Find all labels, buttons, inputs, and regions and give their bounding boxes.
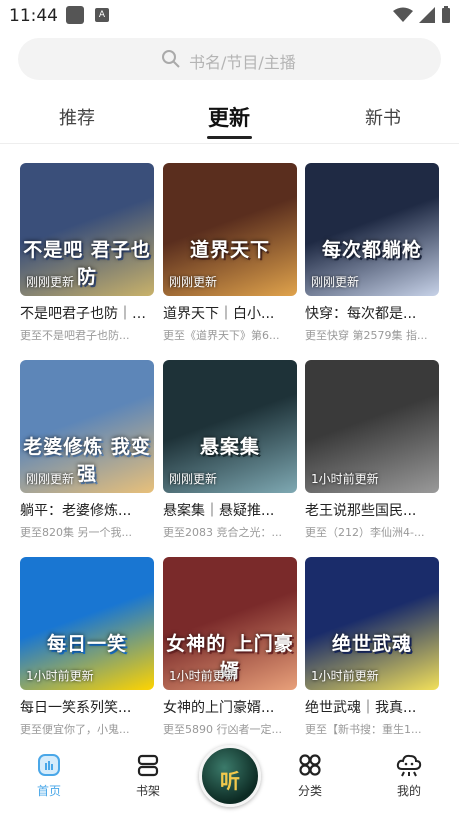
nav-profile[interactable]: 我的 (379, 752, 439, 799)
nav-category[interactable]: 分类 (280, 752, 340, 799)
book-title[interactable]: 快穿：每次都是... (305, 303, 439, 323)
book-cover[interactable]: 每日一笑 1小时前更新 (20, 557, 154, 690)
book-title[interactable]: 躺平：老婆修炼... (20, 500, 154, 520)
book-cover-title: 悬案集 (199, 436, 260, 458)
book-cover-title: 每次都躺枪 (321, 239, 422, 261)
book-cover[interactable]: 绝世武魂 1小时前更新 (305, 557, 439, 690)
update-badge: 1小时前更新 (311, 472, 379, 486)
book-latest-episode: 更至820集 另一个我... (20, 526, 132, 539)
battery-icon (442, 6, 450, 23)
update-badge: 刚刚更新 (26, 275, 75, 289)
book-cover[interactable]: 道界天下刚刚更新 (163, 163, 297, 296)
nav-profile-label: 我的 (396, 784, 421, 798)
book-card[interactable]: 老婆修炼 我变强 刚刚更新躺平：老婆修炼... 更至820集 另一个我... (20, 360, 154, 540)
status-time: 11:44 (9, 6, 58, 26)
profile-cloud-icon (396, 754, 422, 777)
tab-bar: 推荐 更新 新书 (0, 96, 459, 144)
status-bar: 11:44 A (0, 0, 459, 32)
tab-updates[interactable]: 更新 (208, 102, 250, 132)
home-icon (38, 754, 60, 776)
active-tab-indicator (207, 136, 252, 139)
keyboard-a-icon: A (95, 8, 109, 22)
book-latest-episode: 更至《道界天下》第6... (163, 329, 280, 342)
now-playing-label: 听 (220, 769, 240, 793)
book-cover-title: 绝世武魂 (331, 633, 412, 655)
book-cover-title: 道界天下 (189, 239, 270, 261)
book-latest-episode: 更至快穿 第2579集 指... (305, 329, 428, 342)
update-badge: 刚刚更新 (169, 275, 218, 289)
book-cover[interactable]: 悬案集刚刚更新 (163, 360, 297, 493)
update-badge: 刚刚更新 (169, 472, 218, 486)
book-latest-episode: 更至（212）李仙洲4-... (305, 526, 425, 539)
book-latest-episode: 更至不是吧君子也防... (20, 329, 130, 342)
book-cover[interactable]: 1小时前更新 (305, 360, 439, 493)
book-card[interactable]: 绝世武魂 1小时前更新绝世武魂｜我真... 更至【新书搜：重生1... (305, 557, 439, 737)
book-title[interactable]: 绝世武魂｜我真... (305, 697, 439, 717)
nav-bookshelf-label: 书架 (135, 784, 160, 798)
book-card[interactable]: 1小时前更新老王说那些国民... 更至（212）李仙洲4-... (305, 360, 439, 540)
status-icons (393, 6, 451, 24)
book-title[interactable]: 老王说那些国民... (305, 500, 439, 520)
book-title[interactable]: 道界天下｜白小... (163, 303, 297, 323)
book-title[interactable]: 悬案集｜悬疑推... (163, 500, 297, 520)
book-latest-episode: 更至5890 行凶者一定... (163, 723, 282, 736)
tab-new-books[interactable]: 新书 (365, 104, 401, 130)
search-placeholder: 书名/节目/主播 (189, 53, 296, 72)
book-cover[interactable]: 不是吧 君子也防 刚刚更新 (20, 163, 154, 296)
book-latest-episode: 更至【新书搜：重生1... (305, 723, 422, 736)
category-icon (299, 754, 321, 776)
bookshelf-icon (137, 754, 159, 777)
now-playing-disc[interactable]: 听 (199, 745, 261, 807)
nav-category-label: 分类 (297, 784, 322, 798)
book-card[interactable]: 不是吧 君子也防 刚刚更新不是吧君子也防｜古... 更至不是吧君子也防... (20, 163, 154, 343)
update-badge: 1小时前更新 (311, 669, 379, 683)
book-latest-episode: 更至2083 竞合之光：... (163, 526, 282, 539)
book-card[interactable]: 悬案集刚刚更新悬案集｜悬疑推... 更至2083 竞合之光：... (163, 360, 297, 540)
update-badge: 1小时前更新 (169, 669, 237, 683)
book-title[interactable]: 不是吧君子也防｜古... (20, 303, 154, 323)
update-badge: 刚刚更新 (311, 275, 360, 289)
wifi-icon (393, 7, 413, 22)
book-cover[interactable]: 女神的 上门豪婿 1小时前更新 (163, 557, 297, 690)
nav-home[interactable]: 首页 (19, 752, 79, 799)
book-cover[interactable]: 老婆修炼 我变强 刚刚更新 (20, 360, 154, 493)
tab-recommend[interactable]: 推荐 (59, 104, 95, 130)
book-cover-title: 每日一笑 (46, 633, 127, 655)
nav-bookshelf[interactable]: 书架 (118, 752, 178, 799)
book-title[interactable]: 每日一笑系列笑... (20, 697, 154, 717)
update-badge: 刚刚更新 (26, 472, 75, 486)
update-badge: 1小时前更新 (26, 669, 94, 683)
book-latest-episode: 更至便宜你了，小鬼... (20, 723, 130, 736)
book-card[interactable]: 道界天下刚刚更新道界天下｜白小... 更至《道界天下》第6... (163, 163, 297, 343)
book-card[interactable]: 女神的 上门豪婿 1小时前更新女神的上门豪婿... 更至5890 行凶者一定... (163, 557, 297, 737)
book-card[interactable]: 每次都躺枪刚刚更新快穿：每次都是... 更至快穿 第2579集 指... (305, 163, 439, 343)
book-title[interactable]: 女神的上门豪婿... (163, 697, 297, 717)
book-card[interactable]: 每日一笑 1小时前更新每日一笑系列笑... 更至便宜你了，小鬼... (20, 557, 154, 737)
nav-home-label: 首页 (36, 784, 61, 798)
search-bar[interactable]: 书名/节目/主播 (18, 38, 441, 80)
search-icon (162, 50, 180, 68)
signal-icon (419, 7, 435, 23)
book-cover[interactable]: 每次都躺枪刚刚更新 (305, 163, 439, 296)
notification-icon (66, 6, 84, 24)
